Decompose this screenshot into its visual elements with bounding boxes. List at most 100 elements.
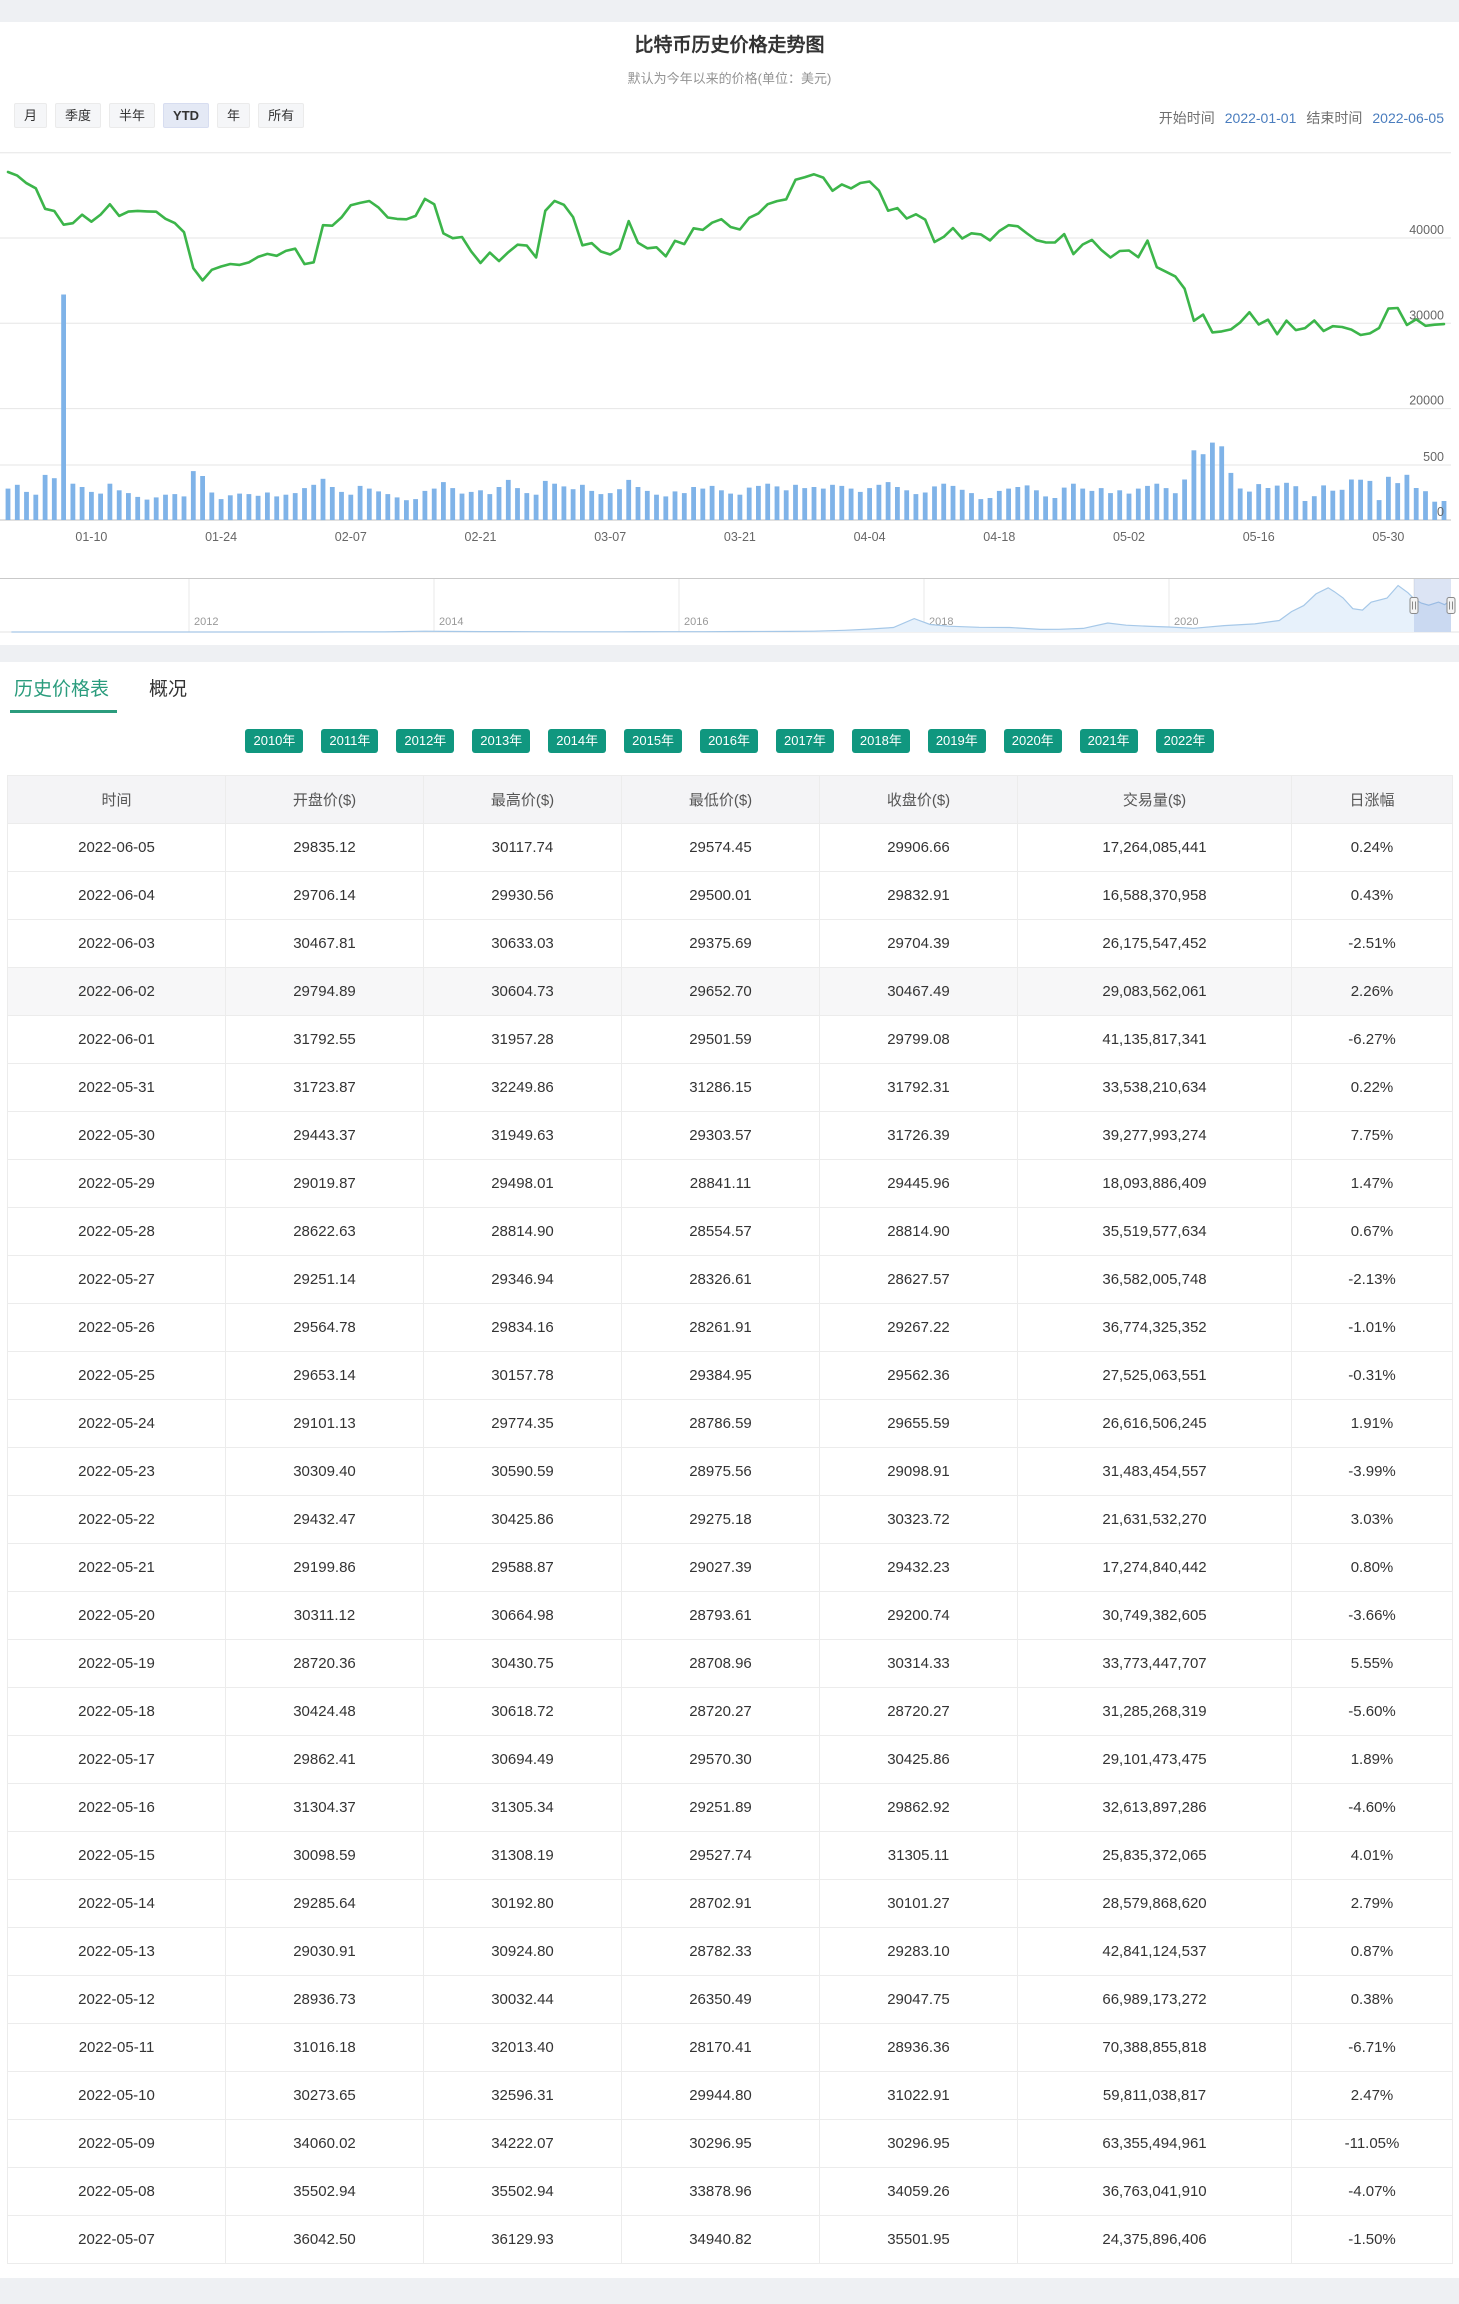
table-cell: 2022-05-07 — [8, 2216, 226, 2264]
table-cell: 26,616,506,245 — [1018, 1400, 1292, 1448]
year-button-2017年[interactable]: 2017年 — [776, 729, 834, 753]
table-cell: 31022.91 — [820, 2072, 1018, 2120]
table-cell: 59,811,038,817 — [1018, 2072, 1292, 2120]
table-cell: 28627.57 — [820, 1256, 1018, 1304]
year-button-2018年[interactable]: 2018年 — [852, 729, 910, 753]
year-button-2019年[interactable]: 2019年 — [928, 729, 986, 753]
year-button-2011年[interactable]: 2011年 — [321, 729, 378, 753]
table-cell: 28975.56 — [622, 1448, 820, 1496]
table-cell: 29445.96 — [820, 1160, 1018, 1208]
table-cell: 29774.35 — [424, 1400, 622, 1448]
table-row: 2022-05-2529653.1430157.7829384.9529562.… — [8, 1352, 1453, 1400]
table-cell: 2022-05-25 — [8, 1352, 226, 1400]
range-button-半年[interactable]: 半年 — [109, 103, 155, 128]
year-button-2015年[interactable]: 2015年 — [624, 729, 682, 753]
start-date-value[interactable]: 2022-01-01 — [1225, 110, 1297, 126]
date-range-picker: 开始时间 2022-01-01 结束时间 2022-06-05 — [1159, 108, 1444, 128]
table-cell: 0.43% — [1292, 872, 1453, 920]
table-cell: 30314.33 — [820, 1640, 1018, 1688]
table-cell: 17,264,085,441 — [1018, 824, 1292, 872]
range-button-YTD[interactable]: YTD — [163, 103, 209, 128]
table-cell: 29285.64 — [226, 1880, 424, 1928]
table-cell: 2022-05-19 — [8, 1640, 226, 1688]
table-cell: 2022-05-14 — [8, 1880, 226, 1928]
table-cell: 2022-05-26 — [8, 1304, 226, 1352]
year-button-2020年[interactable]: 2020年 — [1004, 729, 1062, 753]
table-cell: 36,582,005,748 — [1018, 1256, 1292, 1304]
table-cell: 1.91% — [1292, 1400, 1453, 1448]
table-cell: 34222.07 — [424, 2120, 622, 2168]
range-button-季度[interactable]: 季度 — [55, 103, 101, 128]
table-cell: 30311.12 — [226, 1592, 424, 1640]
table-cell: 32596.31 — [424, 2072, 622, 2120]
table-cell: 2022-05-11 — [8, 2024, 226, 2072]
table-cell: 36042.50 — [226, 2216, 424, 2264]
table-cell: 29199.86 — [226, 1544, 424, 1592]
year-button-2021年[interactable]: 2021年 — [1080, 729, 1138, 753]
year-button-2013年[interactable]: 2013年 — [472, 729, 530, 753]
table-cell: 7.75% — [1292, 1112, 1453, 1160]
table-row: 2022-05-2129199.8629588.8729027.3929432.… — [8, 1544, 1453, 1592]
section-separator — [0, 645, 1459, 662]
table-cell: -11.05% — [1292, 2120, 1453, 2168]
svg-text:05-30: 05-30 — [1372, 530, 1404, 544]
svg-text:03-21: 03-21 — [724, 530, 756, 544]
range-button-年[interactable]: 年 — [217, 103, 250, 128]
table-cell: 2022-06-02 — [8, 968, 226, 1016]
table-cell: 33,773,447,707 — [1018, 1640, 1292, 1688]
table-cell: 2022-05-10 — [8, 2072, 226, 2120]
table-cell: 30633.03 — [424, 920, 622, 968]
table-cell: 28,579,868,620 — [1018, 1880, 1292, 1928]
end-date-value[interactable]: 2022-06-05 — [1372, 110, 1444, 126]
tab-history-price-table[interactable]: 历史价格表 — [14, 674, 109, 713]
year-button-2022年[interactable]: 2022年 — [1156, 729, 1214, 753]
table-cell: 2.79% — [1292, 1880, 1453, 1928]
svg-text:2020: 2020 — [1174, 616, 1198, 628]
table-cell: 2022-05-31 — [8, 1064, 226, 1112]
year-button-2012年[interactable]: 2012年 — [396, 729, 454, 753]
table-cell: 29303.57 — [622, 1112, 820, 1160]
table-cell: 0.87% — [1292, 1928, 1453, 1976]
table-row: 2022-05-1729862.4130694.4929570.3030425.… — [8, 1736, 1453, 1784]
svg-text:500: 500 — [1423, 450, 1444, 464]
navigator-selected-range[interactable] — [1414, 579, 1451, 632]
table-cell: 1.47% — [1292, 1160, 1453, 1208]
year-button-2016年[interactable]: 2016年 — [700, 729, 758, 753]
year-button-2014年[interactable]: 2014年 — [548, 729, 606, 753]
table-cell: 28786.59 — [622, 1400, 820, 1448]
table-cell: 29275.18 — [622, 1496, 820, 1544]
tab-overview[interactable]: 概况 — [149, 674, 187, 713]
table-cell: 31726.39 — [820, 1112, 1018, 1160]
table-cell: 35502.94 — [424, 2168, 622, 2216]
navigator-left-handle[interactable] — [1410, 598, 1418, 614]
table-cell: -4.60% — [1292, 1784, 1453, 1832]
table-cell: 30192.80 — [424, 1880, 622, 1928]
table-cell: 29906.66 — [820, 824, 1018, 872]
table-cell: 2022-06-01 — [8, 1016, 226, 1064]
table-cell: -0.31% — [1292, 1352, 1453, 1400]
chart-navigator[interactable]: 201220142016201820202022 — [0, 578, 1459, 635]
table-cell: 29930.56 — [424, 872, 622, 920]
table-cell: 2022-05-23 — [8, 1448, 226, 1496]
range-button-月[interactable]: 月 — [14, 103, 47, 128]
table-row: 2022-05-0835502.9435502.9433878.9634059.… — [8, 2168, 1453, 2216]
table-cell: 30032.44 — [424, 1976, 622, 2024]
table-header-row: 时间开盘价($)最高价($)最低价($)收盘价($)交易量($)日涨幅 — [8, 776, 1453, 824]
svg-text:02-21: 02-21 — [465, 530, 497, 544]
year-button-row: 2010年 2011年 2012年 2013年 2014年 2015年 2016年 2017年… — [0, 729, 1459, 753]
table-cell: 63,355,494,961 — [1018, 2120, 1292, 2168]
table-cell: 29432.47 — [226, 1496, 424, 1544]
table-cell: -2.51% — [1292, 920, 1453, 968]
table-cell: 32249.86 — [424, 1064, 622, 1112]
year-button-2010年[interactable]: 2010年 — [245, 729, 303, 753]
table-cell: -6.27% — [1292, 1016, 1453, 1064]
column-header: 最高价($) — [424, 776, 622, 824]
svg-text:2014: 2014 — [439, 616, 463, 628]
table-cell: 34940.82 — [622, 2216, 820, 2264]
navigator-right-handle[interactable] — [1447, 598, 1455, 614]
table-cell: 29098.91 — [820, 1448, 1018, 1496]
table-row: 2022-05-1631304.3731305.3429251.8929862.… — [8, 1784, 1453, 1832]
range-button-所有[interactable]: 所有 — [258, 103, 304, 128]
table-cell: 30467.81 — [226, 920, 424, 968]
table-cell: 30,749,382,605 — [1018, 1592, 1292, 1640]
